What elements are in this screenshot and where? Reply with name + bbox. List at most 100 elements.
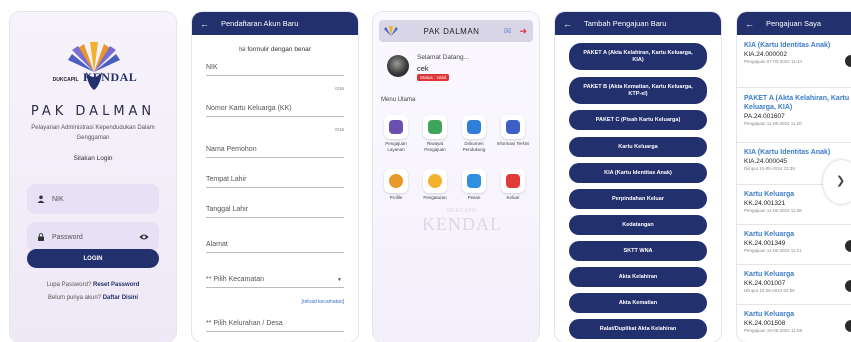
username: cek (417, 64, 429, 73)
menu-item-label: Pengaturan (423, 195, 447, 200)
nama-field[interactable]: Nama Pemohon (206, 146, 344, 158)
item-title: Kartu Keluarga (744, 311, 795, 318)
item-number: KK.24.001007 (744, 280, 786, 287)
watermark: DUKCAPIL KENDAL (387, 208, 537, 235)
menu-title: PAK DALMAN (423, 26, 480, 36)
app-name: PAK DALMAN (30, 104, 156, 119)
gear-icon (428, 174, 442, 188)
expand-toggle-icon[interactable] (845, 320, 851, 332)
akta-kematian-button[interactable]: Akta Kematian (569, 293, 707, 313)
sktt-wna-button[interactable]: SKTT WNA (569, 241, 707, 261)
history-icon (428, 120, 442, 134)
expand-toggle-icon[interactable] (845, 55, 851, 67)
nik-input[interactable]: NIK (27, 184, 159, 214)
menu-item-informasi[interactable]: Informasi Terkini (494, 115, 532, 147)
eye-icon[interactable] (139, 233, 149, 241)
mail-icon[interactable]: ✉ (504, 26, 512, 37)
profile-icon (389, 174, 403, 188)
logo-small-text: DUKCAPIL (52, 77, 79, 83)
logo-caption: DUKCAPIL KENDAL (40, 68, 150, 86)
menu-item-label: Pesan (467, 195, 481, 200)
list-item[interactable]: KIA (Kartu Identitas Anak) KIA.24.000002… (744, 41, 851, 64)
menu-item-dokumen[interactable]: Dokumen Pendukung (455, 115, 493, 153)
menu-item-pengajuan[interactable]: Pengajuan Layanan (377, 115, 415, 153)
login-button[interactable]: LOGIN (27, 249, 159, 268)
password-input[interactable]: Password (27, 222, 159, 252)
menu-section-label: Menu Utama (381, 97, 416, 103)
divider (737, 304, 851, 305)
expand-toggle-icon[interactable] (845, 280, 851, 292)
tempat-lahir-field[interactable]: Tempat Lahir (206, 176, 344, 188)
item-date: Pengajuan 11-06-2024 11:38 (744, 208, 802, 213)
back-arrow-icon[interactable]: ← (200, 19, 209, 29)
akta-kelahiran-button[interactable]: Akta Kelahiran (569, 267, 707, 287)
chevron-right-icon: ❯ (836, 175, 846, 187)
back-arrow-icon[interactable]: ← (745, 19, 754, 29)
back-arrow-icon[interactable]: ← (563, 19, 572, 29)
kelurahan-select[interactable]: ** Pilih Kelurahan / Desa (206, 320, 344, 332)
menu-item-label: Dokumen Pendukung (462, 141, 486, 152)
reset-password-link[interactable]: Reset Password (93, 282, 139, 288)
register-row: Belum punya akun? Daftar Disini (10, 295, 176, 301)
list-item[interactable]: Kartu Keluarga KK.24.001508 Pengajuan 19… (744, 310, 851, 333)
menu-header: PAK DALMAN ✉ ➜ (379, 20, 533, 42)
pengajuan-saya-screen: ← Pengajuan Saya KIA (Kartu Identitas An… (737, 12, 851, 342)
nik-field[interactable]: NIK (206, 64, 344, 76)
item-number: PA.24.001607 (744, 113, 785, 120)
kartu-keluarga-button[interactable]: Kartu Keluarga (569, 137, 707, 157)
item-date: Pengajuan 11-06-2024 11:20 (744, 121, 802, 126)
document-icon (467, 120, 481, 134)
user-icon (37, 195, 45, 203)
ralat-akta-kelahiran-button[interactable]: Ralat/Duplikat Akta Kelahiran (569, 319, 707, 339)
lock-icon (38, 233, 44, 241)
kedatangan-button[interactable]: Kedatangan (569, 215, 707, 235)
avatar[interactable] (387, 55, 409, 77)
divider (737, 264, 851, 265)
alamat-field[interactable]: Alamat (206, 241, 344, 253)
menu-item-label: Riwayat Pengajuan (424, 141, 446, 152)
password-placeholder: Password (52, 233, 83, 241)
item-number: KIA.24.000002 (744, 51, 788, 58)
register-intro: Isi formulir dengan benar (239, 46, 311, 53)
login-title: Silakan Login (73, 155, 113, 162)
menu-item-keluar[interactable]: Keluar (494, 169, 532, 201)
divider (737, 224, 851, 225)
menu-item-pesan[interactable]: Pesan (455, 169, 493, 201)
floating-nav-button[interactable]: ❯ (823, 160, 851, 204)
list-item[interactable]: Kartu Keluarga KK.24.001007 Diinput 10-0… (744, 270, 851, 293)
watermark-big: KENDAL (422, 214, 502, 234)
paket-a-button[interactable]: PAKET A (Akta Kelahiran, Kartu Keluarga,… (569, 43, 707, 70)
paket-b-button[interactable]: PAKET B (Akta Kematian, Kartu Keluarga, … (569, 77, 707, 104)
perpindahan-keluar-button[interactable]: Perpindahan Keluar (569, 189, 707, 209)
kecamatan-select[interactable]: ** Pilih Kecamatan ▼ (206, 276, 344, 288)
reload-kecamatan-link[interactable]: [reload kecamatan] (301, 299, 344, 305)
kk-field[interactable]: Nomor Kartu Keluarga (KK) (206, 105, 344, 117)
forgot-password-row: Lupa Password? Reset Password (10, 282, 176, 288)
item-date: Pengajuan 11-06-2024 11:21 (744, 248, 802, 253)
kia-button[interactable]: KIA (Kartu Identitas Anak) (569, 163, 707, 183)
pengajuan-appbar: ← Pengajuan Saya (737, 12, 851, 35)
menu-item-label: Profile (389, 195, 403, 200)
paket-c-button[interactable]: PAKET C (Pisah Kartu Keluarga) (569, 110, 707, 130)
tambah-pengajuan-screen: ← Tambah Pengajuan Baru PAKET A (Akta Ke… (555, 12, 721, 342)
register-link[interactable]: Daftar Disini (103, 295, 138, 301)
list-item[interactable]: PAKET A (Akta Kelahiran, Kartu Keluarga,… (744, 94, 851, 126)
menu-item-profile[interactable]: Profile (377, 169, 415, 201)
divider (737, 87, 851, 88)
menu-item-riwayat[interactable]: Riwayat Pengajuan (416, 115, 454, 153)
item-number: KK.24.001349 (744, 240, 786, 247)
register-appbar: ← Pendaftaran Akun Baru (192, 12, 358, 35)
kk-counter: 0/16 (335, 127, 344, 132)
tanggal-lahir-field[interactable]: Tanggal Lahir (206, 206, 344, 218)
item-title: KIA (Kartu Identitas Anak) (744, 42, 831, 49)
login-screen: DUKCAPIL KENDAL PAK DALMAN Pelayanan Adm… (10, 12, 176, 342)
menu-item-label: Keluar (506, 195, 520, 200)
list-item[interactable]: Kartu Keluarga KK.24.001349 Pengajuan 11… (744, 230, 851, 253)
info-screen-icon (506, 120, 520, 134)
item-date: Pengajuan 19-06-2024 11:59 (744, 328, 802, 333)
menu-item-pengaturan[interactable]: Pengaturan (416, 169, 454, 201)
expand-toggle-icon[interactable] (845, 240, 851, 252)
logout-icon[interactable]: ➜ (519, 26, 527, 37)
item-title: Kartu Keluarga (744, 271, 795, 278)
power-icon (506, 174, 520, 188)
